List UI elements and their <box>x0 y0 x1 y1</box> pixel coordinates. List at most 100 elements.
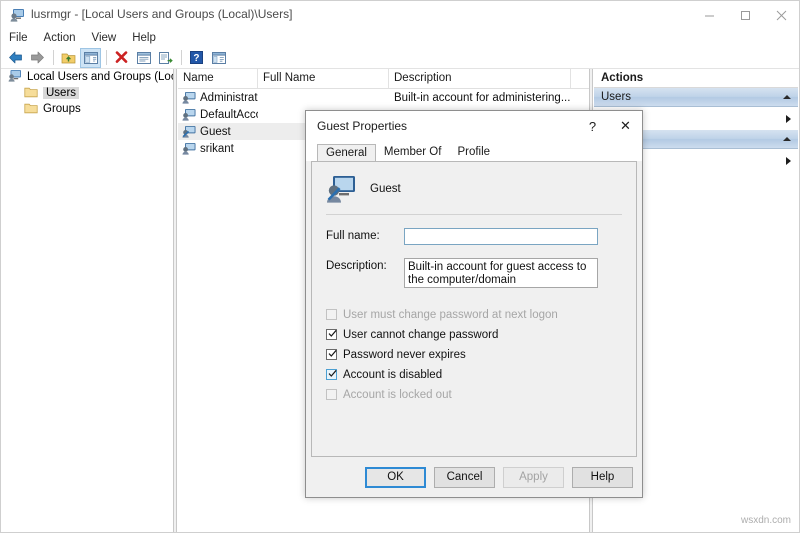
full-name-input[interactable] <box>404 228 598 245</box>
cancel-button[interactable]: Cancel <box>434 466 495 488</box>
description-field-row: Description: <box>326 258 636 288</box>
window-title: lusrmgr - [Local Users and Groups (Local… <box>31 7 293 21</box>
actions-section-users-label: Users <box>601 91 632 103</box>
checkbox-label: User cannot change password <box>343 328 499 341</box>
checkbox-password-never-expires[interactable] <box>326 349 337 360</box>
cell-name: DefaultAcco... <box>200 108 258 121</box>
screen: lusrmgr - [Local Users and Groups (Local… <box>0 0 800 533</box>
tree-root-label: Local Users and Groups (Local) <box>27 71 173 83</box>
checkbox-label: User must change password at next logon <box>343 308 558 321</box>
help-button-footer[interactable]: Help <box>572 466 633 488</box>
checkbox-label: Password never expires <box>343 348 466 361</box>
export-list-icon[interactable] <box>155 48 176 68</box>
chevron-right-icon <box>786 114 791 123</box>
check-icon <box>328 349 337 358</box>
cell-name: srikant <box>200 142 234 155</box>
actions-pane-header: Actions <box>594 69 798 88</box>
menu-view[interactable]: View <box>92 32 126 44</box>
up-folder-icon[interactable] <box>58 48 79 68</box>
computer-users-icon <box>10 8 25 22</box>
tree-item-groups[interactable]: Groups <box>2 101 173 117</box>
column-header-full-name[interactable]: Full Name <box>258 69 389 88</box>
account-options-group: User must change password at next logon … <box>326 306 636 403</box>
checkbox-row-account-is-locked-out[interactable]: Account is locked out <box>326 386 636 403</box>
check-icon <box>328 369 337 378</box>
account-header: Guest <box>312 162 636 203</box>
checkbox-account-is-disabled[interactable] <box>326 369 337 380</box>
dialog-footer: OK Cancel Apply Help <box>306 457 642 497</box>
checkbox-row-cannot-change-password[interactable]: User cannot change password <box>326 326 636 343</box>
show-hide-tree-icon[interactable] <box>80 47 101 68</box>
back-icon[interactable] <box>5 48 26 68</box>
toolbar-separator <box>106 50 107 65</box>
properties-icon[interactable] <box>133 48 154 68</box>
checkbox-account-is-locked-out <box>326 389 337 400</box>
list-header: Name Full Name Description <box>178 69 589 89</box>
checkbox-row-must-change-password[interactable]: User must change password at next logon <box>326 306 636 323</box>
user-icon <box>182 108 196 122</box>
refresh-icon[interactable] <box>208 48 229 68</box>
full-name-label: Full name: <box>326 230 380 242</box>
menu-bar: File Action View Help <box>1 29 799 47</box>
toolbar-separator <box>53 50 54 65</box>
ok-button[interactable]: OK <box>365 466 426 488</box>
window-controls <box>691 1 799 29</box>
title-bar: lusrmgr - [Local Users and Groups (Local… <box>1 1 799 29</box>
column-header-description[interactable]: Description <box>389 69 571 88</box>
chevron-right-icon <box>786 156 791 165</box>
cell-description: Built-in account for administering... <box>394 91 571 104</box>
tree-list-splitter[interactable] <box>173 69 177 532</box>
tree-root-local-users-and-groups[interactable]: Local Users and Groups (Local) <box>2 69 173 85</box>
svg-text:?: ? <box>193 53 199 64</box>
maximize-button[interactable] <box>727 1 763 29</box>
computer-icon <box>8 69 22 85</box>
dialog-body-general: Guest Full name: Description: User must … <box>311 161 637 457</box>
tab-profile[interactable]: Profile <box>449 144 498 161</box>
toolbar-separator <box>181 50 182 65</box>
forward-icon[interactable] <box>27 48 48 68</box>
watermark: wsxdn.com <box>740 515 791 526</box>
delete-icon[interactable] <box>111 48 132 68</box>
tree-item-groups-label: Groups <box>43 103 81 115</box>
checkbox-must-change-password <box>326 309 337 320</box>
checkbox-label: Account is disabled <box>343 368 443 381</box>
dialog-title-buttons: ? ✕ <box>576 111 642 141</box>
folder-icon <box>24 102 38 117</box>
full-name-field-row: Full name: <box>326 228 636 245</box>
dialog-tabstrip: General Member Of Profile <box>306 141 642 162</box>
table-row[interactable]: Administrator Built-in account for admin… <box>178 89 589 106</box>
account-name: Guest <box>370 183 401 195</box>
user-icon <box>182 91 196 105</box>
dialog-title: Guest Properties <box>317 119 408 133</box>
check-icon <box>328 329 337 338</box>
menu-help[interactable]: Help <box>132 32 165 44</box>
checkbox-row-password-never-expires[interactable]: Password never expires <box>326 346 636 363</box>
user-disabled-icon <box>182 125 196 139</box>
close-icon[interactable]: ✕ <box>609 111 642 141</box>
apply-button: Apply <box>503 466 564 488</box>
guest-properties-dialog: Guest Properties ? ✕ General Member Of P… <box>305 110 643 498</box>
close-button[interactable] <box>763 1 799 29</box>
folder-icon <box>24 86 38 101</box>
help-icon[interactable]: ? <box>186 48 207 68</box>
minimize-button[interactable] <box>691 1 727 29</box>
tab-general[interactable]: General <box>317 144 376 162</box>
menu-action[interactable]: Action <box>44 32 85 44</box>
tree-item-users-label: Users <box>43 87 80 99</box>
column-header-name[interactable]: Name <box>178 69 258 88</box>
chevron-up-icon[interactable] <box>783 95 791 99</box>
actions-section-users[interactable]: Users <box>594 88 798 107</box>
description-label: Description: <box>326 260 387 272</box>
cell-name: Administrator <box>200 91 258 104</box>
dialog-title-bar: Guest Properties ? ✕ <box>306 111 642 141</box>
chevron-up-icon[interactable] <box>783 137 791 141</box>
console-tree-pane: Local Users and Groups (Local) Users Gro… <box>2 69 173 532</box>
checkbox-cannot-change-password[interactable] <box>326 329 337 340</box>
help-button[interactable]: ? <box>576 111 609 141</box>
tree-item-users[interactable]: Users <box>2 85 173 101</box>
menu-file[interactable]: File <box>9 32 37 44</box>
tab-member-of[interactable]: Member Of <box>376 144 450 161</box>
divider <box>326 214 622 215</box>
description-input[interactable] <box>404 258 598 288</box>
checkbox-row-account-is-disabled[interactable]: Account is disabled <box>326 366 636 383</box>
